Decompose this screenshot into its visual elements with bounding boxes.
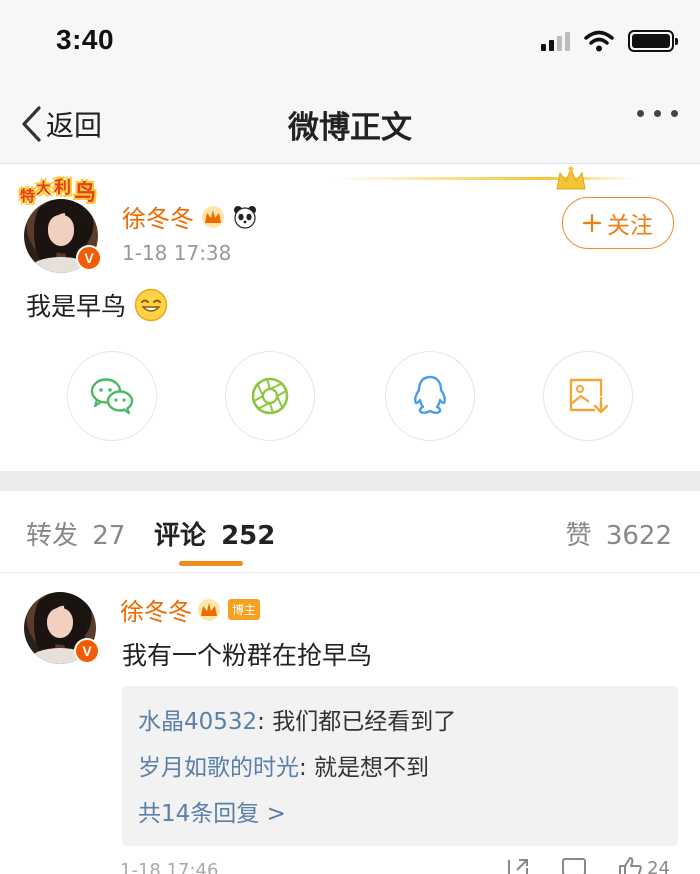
share-qq-button[interactable] xyxy=(385,351,475,441)
post-tabs: 转发 27 评论 252 赞 3622 xyxy=(0,491,700,573)
avatar-sticker: 特 大 利 鸟 xyxy=(20,173,100,211)
tab-like-count: 3622 xyxy=(605,521,672,551)
author-line: 徐冬冬 xyxy=(122,199,258,234)
plus-icon xyxy=(583,214,601,232)
verified-badge-icon: V xyxy=(74,638,100,664)
battery-icon xyxy=(628,30,678,52)
verified-badge-icon: V xyxy=(76,245,102,271)
tab-comment-count: 252 xyxy=(221,521,276,551)
comment-timestamp: 1-18 17:46 xyxy=(120,860,219,874)
tab-comment-label: 评论 xyxy=(154,521,207,551)
sticker-char: 鸟 xyxy=(74,181,97,206)
tab-comment[interactable]: 评论 252 xyxy=(154,515,275,552)
tab-repost-label: 转发 xyxy=(26,521,79,551)
tab-like[interactable]: 赞 3622 xyxy=(566,515,672,552)
comment-text: 我有一个粉群在抢早鸟 xyxy=(122,641,373,670)
wifi-icon xyxy=(584,30,614,52)
sticker-char: 利 xyxy=(54,178,71,198)
dot-icon xyxy=(654,110,661,117)
thumbs-up-icon xyxy=(619,857,642,874)
comment-icon[interactable] xyxy=(561,856,587,874)
post-body: 我是早鸟 xyxy=(26,292,127,321)
comment-like-button[interactable]: 24 xyxy=(617,856,670,874)
share-row xyxy=(0,351,700,443)
reply-author[interactable]: 岁月如歌的时光 xyxy=(138,755,299,781)
sticker-char: 大 xyxy=(36,179,52,197)
top-bar: 3:40 返回 微博正文 xyxy=(0,0,700,164)
crown-badge-icon xyxy=(202,205,224,228)
comment-actions: 24 xyxy=(505,856,670,874)
follow-label: 关注 xyxy=(607,213,653,239)
active-tab-indicator xyxy=(179,561,243,566)
replies-box[interactable]: 水晶40532: 我们都已经看到了 岁月如歌的时光: 就是想不到 共14条回复 … xyxy=(122,686,678,846)
status-icons xyxy=(541,30,678,52)
author-badge: 博主 xyxy=(228,599,261,620)
dot-icon xyxy=(637,110,644,117)
section-divider xyxy=(0,471,700,491)
commenter-line: 徐冬冬 博主 xyxy=(120,592,261,627)
qq-icon xyxy=(414,375,446,415)
share-icon[interactable] xyxy=(505,856,531,874)
commenter-name[interactable]: 徐冬冬 xyxy=(120,592,192,627)
dot-icon xyxy=(671,110,678,117)
page-title: 微博正文 xyxy=(288,110,412,146)
panda-icon xyxy=(234,205,256,229)
reply-item: 岁月如歌的时光: 就是想不到 xyxy=(138,748,429,782)
grin-emoji-icon xyxy=(134,288,168,322)
more-replies-link[interactable]: 共14条回复 > xyxy=(138,794,286,828)
more-options-button[interactable] xyxy=(637,110,678,117)
tab-like-label: 赞 xyxy=(565,521,592,551)
reply-item: 水晶40532: 我们都已经看到了 xyxy=(138,702,456,736)
author-name[interactable]: 徐冬冬 xyxy=(122,199,194,234)
follow-button[interactable]: 关注 xyxy=(562,197,674,249)
share-moments-button[interactable] xyxy=(225,351,315,441)
save-image-button[interactable] xyxy=(543,351,633,441)
post-timestamp: 1-18 17:38 xyxy=(122,241,232,265)
reply-text: : 我们都已经看到了 xyxy=(257,709,457,735)
tab-repost-count: 27 xyxy=(92,521,126,551)
share-wechat-button[interactable] xyxy=(67,351,157,441)
reply-text: : 就是想不到 xyxy=(299,755,430,781)
wechat-icon xyxy=(90,378,134,415)
reply-author[interactable]: 水晶40532 xyxy=(138,709,257,735)
crown-badge-icon xyxy=(198,598,220,621)
save-image-icon xyxy=(569,378,609,414)
sticker-char: 特 xyxy=(20,187,36,205)
status-time: 3:40 xyxy=(56,24,115,55)
crown-decoration-icon xyxy=(556,166,586,190)
comment-like-count: 24 xyxy=(647,857,670,874)
cellular-signal-icon xyxy=(541,31,570,51)
post-card: V 特 大 利 鸟 徐冬冬 1-18 17:38 关注 我是早鸟 xyxy=(0,165,700,471)
tab-repost[interactable]: 转发 27 xyxy=(26,515,125,552)
moments-icon xyxy=(251,377,289,415)
post-text: 我是早鸟 xyxy=(26,287,168,323)
decorative-line xyxy=(334,177,634,180)
comment-item: V 徐冬冬 博主 我有一个粉群在抢早鸟 水晶40532: 我们都已经看到了 岁月… xyxy=(0,574,700,874)
